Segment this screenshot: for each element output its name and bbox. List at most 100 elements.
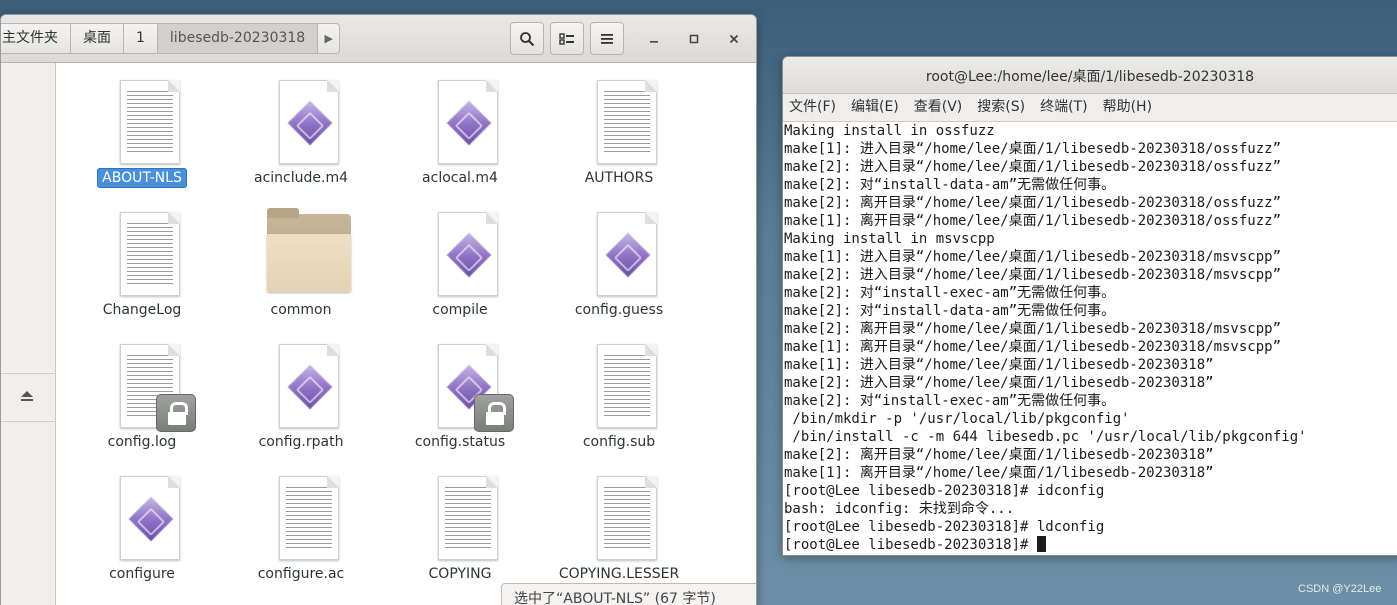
terminal-line: make[2]: 进入目录“/home/lee/桌面/1/libesedb-20… bbox=[784, 375, 1214, 391]
menu-view[interactable]: 查看(V) bbox=[914, 94, 963, 121]
file-item-copying-lesser[interactable]: COPYING.LESSER bbox=[549, 459, 689, 584]
terminal-title: root@Lee:/home/lee/桌面/1/libesedb-2023031… bbox=[925, 69, 1255, 85]
list-view-icon bbox=[559, 32, 574, 45]
file-name: AUTHORS bbox=[584, 170, 654, 186]
file-name: ChangeLog bbox=[102, 302, 182, 318]
terminal-line: make[2]: 离开目录“/home/lee/桌面/1/libesedb-20… bbox=[784, 321, 1282, 337]
menu-edit[interactable]: 编辑(E) bbox=[851, 94, 899, 121]
terminal-line: /bin/install -c -m 644 libesedb.pc '/usr… bbox=[784, 429, 1307, 445]
text-file-icon bbox=[438, 476, 498, 560]
terminal-line: make[1]: 进入目录“/home/lee/桌面/1/libesedb-20… bbox=[784, 249, 1282, 265]
text-file-icon bbox=[597, 476, 657, 560]
file-name: ABOUT-NLS bbox=[97, 168, 187, 188]
terminal-line: make[1]: 离开目录“/home/lee/桌面/1/libesedb-20… bbox=[784, 339, 1282, 355]
file-item-configure-ac[interactable]: configure.ac bbox=[231, 459, 371, 584]
menu-terminal[interactable]: 终端(T) bbox=[1040, 94, 1087, 121]
chevron-right-icon: ▶ bbox=[324, 32, 333, 45]
terminal-line: make[1]: 离开目录“/home/lee/桌面/1/libesedb-20… bbox=[784, 213, 1282, 229]
maximize-icon bbox=[689, 34, 699, 44]
search-button[interactable] bbox=[510, 22, 544, 55]
file-item-changelog[interactable]: ChangeLog bbox=[72, 195, 212, 320]
breadcrumb-current-folder[interactable]: libesedb-20230318 bbox=[157, 23, 319, 54]
terminal-line: [root@Lee libesedb-20230318]# ldconfig bbox=[784, 519, 1105, 535]
file-item-configure[interactable]: configure bbox=[72, 459, 212, 584]
file-item-copying[interactable]: COPYING bbox=[390, 459, 530, 584]
search-icon bbox=[520, 31, 535, 46]
file-item-about-nls[interactable]: ABOUT-NLS bbox=[72, 63, 212, 188]
script-file-icon bbox=[438, 80, 498, 164]
terminal-line: [root@Lee libesedb-20230318]# idconfig bbox=[784, 483, 1105, 499]
terminal-line: make[2]: 对“install-data-am”无需做任何事。 bbox=[784, 303, 1116, 319]
file-grid: ABOUT-NLS acinclude.m4 aclocal.m4 AUTHOR… bbox=[63, 63, 753, 605]
text-file-icon bbox=[597, 80, 657, 164]
file-manager-headerbar: 主文件夹 桌面 1 libesedb-20230318 ▶ bbox=[1, 15, 756, 63]
terminal-line: make[2]: 对“install-exec-am”无需做任何事。 bbox=[784, 285, 1116, 301]
file-manager-window: 主文件夹 桌面 1 libesedb-20230318 ▶ ABOUT-NLS … bbox=[0, 14, 757, 605]
terminal-menubar: 文件(F) 编辑(E) 查看(V) 搜索(S) 终端(T) 帮助(H) bbox=[783, 94, 1397, 122]
terminal-line: make[1]: 进入目录“/home/lee/桌面/1/libesedb-20… bbox=[784, 357, 1214, 373]
breadcrumb-folder-1[interactable]: 1 bbox=[124, 23, 158, 54]
eject-icon[interactable] bbox=[20, 390, 34, 402]
breadcrumb-forward-button[interactable]: ▶ bbox=[318, 23, 341, 54]
script-file-icon bbox=[279, 80, 339, 164]
terminal-line: Making install in ossfuzz bbox=[784, 123, 995, 139]
lock-icon bbox=[156, 394, 196, 432]
terminal-line: make[1]: 进入目录“/home/lee/桌面/1/libesedb-20… bbox=[784, 141, 1282, 157]
file-name: COPYING bbox=[428, 566, 492, 582]
file-item-acinclude-m4[interactable]: acinclude.m4 bbox=[231, 63, 371, 188]
terminal-window: root@Lee:/home/lee/桌面/1/libesedb-2023031… bbox=[782, 56, 1397, 556]
lock-icon bbox=[474, 394, 514, 432]
file-item-aclocal-m4[interactable]: aclocal.m4 bbox=[390, 63, 530, 188]
terminal-line: make[2]: 对“install-data-am”无需做任何事。 bbox=[784, 177, 1116, 193]
minimize-button[interactable] bbox=[644, 29, 664, 49]
breadcrumb-desktop[interactable]: 桌面 bbox=[71, 23, 124, 54]
file-name: COPYING.LESSER bbox=[558, 566, 680, 582]
folder-item-common[interactable]: common bbox=[231, 195, 371, 320]
terminal-line: make[2]: 对“install-exec-am”无需做任何事。 bbox=[784, 393, 1116, 409]
menu-help[interactable]: 帮助(H) bbox=[1103, 94, 1152, 121]
menu-file[interactable]: 文件(F) bbox=[789, 94, 836, 121]
maximize-button[interactable] bbox=[684, 29, 704, 49]
terminal-line: make[2]: 离开目录“/home/lee/桌面/1/libesedb-20… bbox=[784, 195, 1282, 211]
close-button[interactable] bbox=[724, 29, 744, 49]
menu-button[interactable] bbox=[590, 22, 624, 55]
file-name: config.log bbox=[107, 434, 177, 450]
file-name: config.sub bbox=[582, 434, 656, 450]
view-mode-button[interactable] bbox=[550, 22, 584, 55]
text-file-icon bbox=[279, 476, 339, 560]
terminal-line: make[2]: 进入目录“/home/lee/桌面/1/libesedb-20… bbox=[784, 267, 1282, 283]
file-item-config-sub[interactable]: config.sub bbox=[549, 327, 689, 452]
file-item-config-guess[interactable]: config.guess bbox=[549, 195, 689, 320]
terminal-line: Making install in msvscpp bbox=[784, 231, 995, 247]
text-file-icon bbox=[120, 212, 180, 296]
selection-status-bar: 选中了“ABOUT-NLS” (67 字节) bbox=[501, 583, 756, 605]
file-item-compile[interactable]: compile bbox=[390, 195, 530, 320]
file-item-config-status[interactable]: config.status bbox=[390, 327, 530, 452]
file-item-config-log[interactable]: config.log bbox=[72, 327, 212, 452]
terminal-prompt: [root@Lee libesedb-20230318]# bbox=[784, 537, 1037, 553]
sidebar bbox=[1, 63, 56, 605]
sidebar-divider bbox=[1, 373, 56, 374]
close-icon bbox=[729, 34, 739, 44]
terminal-line: bash: idconfig: 未找到命令... bbox=[784, 501, 1015, 517]
hamburger-menu-icon bbox=[601, 33, 613, 44]
file-name: config.status bbox=[414, 434, 506, 450]
terminal-titlebar: root@Lee:/home/lee/桌面/1/libesedb-2023031… bbox=[783, 57, 1397, 94]
terminal-output[interactable]: Making install in ossfuzz make[1]: 进入目录“… bbox=[783, 122, 1397, 555]
file-item-authors[interactable]: AUTHORS bbox=[549, 63, 689, 188]
script-file-icon bbox=[279, 344, 339, 428]
breadcrumb-home[interactable]: 主文件夹 bbox=[1, 23, 71, 54]
menu-search[interactable]: 搜索(S) bbox=[977, 94, 1025, 121]
file-name: acinclude.m4 bbox=[254, 170, 348, 186]
terminal-line: make[2]: 进入目录“/home/lee/桌面/1/libesedb-20… bbox=[784, 159, 1282, 175]
terminal-prompt-line[interactable]: [root@Lee libesedb-20230318]# bbox=[784, 536, 1397, 554]
sidebar-divider bbox=[1, 421, 56, 422]
watermark: CSDN @Y22Lee bbox=[1298, 583, 1382, 595]
folder-icon bbox=[267, 208, 351, 296]
file-name: common bbox=[270, 302, 332, 318]
file-name: configure bbox=[109, 566, 175, 582]
script-file-icon bbox=[120, 476, 180, 560]
terminal-line: make[2]: 离开目录“/home/lee/桌面/1/libesedb-20… bbox=[784, 447, 1214, 463]
text-cursor bbox=[1036, 536, 1046, 552]
file-item-config-rpath[interactable]: config.rpath bbox=[231, 327, 371, 452]
